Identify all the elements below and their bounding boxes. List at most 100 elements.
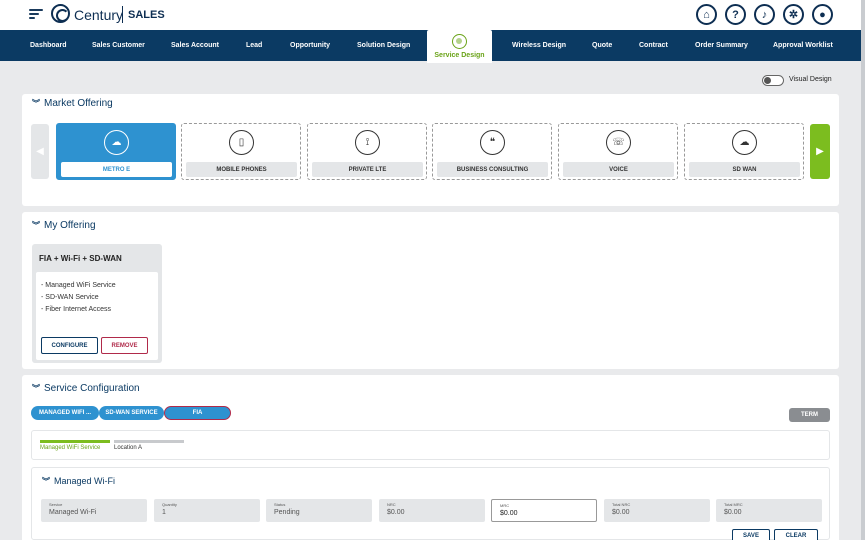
term-button[interactable]: TERM (789, 408, 830, 422)
card-label: MOBILE PHONES (186, 162, 297, 177)
card-label: METRO E (61, 162, 172, 177)
bundle-item: - SD-WAN Service (41, 294, 99, 301)
my-offering-title[interactable]: ︾ My Offering (32, 220, 96, 231)
app-name: SALES (128, 9, 165, 21)
bundle-item: - Fiber Internet Access (41, 306, 112, 313)
card-label: VOICE (563, 162, 674, 177)
progress-step-label[interactable]: Managed WiFi Service (40, 445, 100, 451)
nav-lead[interactable]: Lead (246, 30, 262, 61)
offering-card-sd-wan[interactable]: ☁ SD WAN (684, 123, 804, 180)
status-field: Status Pending (266, 499, 372, 522)
service-configuration-title[interactable]: ︾ Service Configuration (32, 383, 140, 394)
service-design-icon (452, 34, 467, 49)
nav-order-summary[interactable]: Order Summary (695, 30, 748, 61)
configuration-progress: Managed WiFi Service Location A (31, 430, 830, 460)
field-label: MRC (500, 503, 510, 508)
tab-managed-wifi[interactable]: MANAGED WIFI ... (31, 406, 99, 420)
nav-dashboard[interactable]: Dashboard (30, 30, 67, 61)
help-icon[interactable]: ? (725, 4, 746, 25)
top-header: Century SALES ⌂ ? ♪ ✲ ● (0, 0, 865, 30)
bundle-item: - Managed WiFi Service (41, 282, 116, 289)
nav-wireless-design[interactable]: Wireless Design (512, 30, 566, 61)
field-label: Total NRC (612, 502, 631, 507)
managed-wifi-title[interactable]: ︾ Managed Wi-Fi (42, 476, 115, 487)
phone-icon: ☏ (606, 130, 631, 155)
brand-name: Century (74, 7, 124, 23)
mrc-input[interactable]: MRC $0.00 (491, 499, 597, 522)
save-button[interactable]: SAVE (732, 529, 770, 540)
field-label: Total MRC (724, 502, 743, 507)
my-offering-title-text: My Offering (44, 220, 96, 231)
collapse-chevron-icon: ︾ (42, 477, 50, 486)
nav-opportunity[interactable]: Opportunity (290, 30, 330, 61)
home-icon[interactable]: ⌂ (696, 4, 717, 25)
total-mrc-field: Total MRC $0.00 (716, 499, 822, 522)
hamburger-menu-icon[interactable] (29, 9, 43, 19)
bundle-title: FIA + Wi-Fi + SD-WAN (39, 254, 122, 263)
field-value: $0.00 (500, 510, 518, 517)
tab-fia[interactable]: FIA (164, 406, 231, 420)
scrollbar-track[interactable] (861, 0, 865, 540)
progress-step-bar-pending (114, 440, 184, 443)
managed-wifi-panel: ︾ Managed Wi-Fi Service Managed Wi-Fi Qua… (31, 467, 830, 540)
field-label: NRC (387, 502, 396, 507)
visual-design-label: Visual Design (789, 76, 832, 83)
collapse-chevron-icon: ︾ (32, 384, 40, 393)
progress-step-label[interactable]: Location A (114, 445, 142, 451)
nrc-field: NRC $0.00 (379, 499, 485, 522)
gear-icon[interactable]: ✲ (783, 4, 804, 25)
visual-design-toggle[interactable] (762, 75, 784, 86)
carousel-next-button[interactable]: ▶ (810, 124, 830, 179)
nav-sales-customer[interactable]: Sales Customer (92, 30, 145, 61)
chat-bubbles-icon: ❝ (480, 130, 505, 155)
collapse-chevron-icon: ︾ (32, 99, 40, 108)
field-value: $0.00 (612, 509, 630, 516)
field-value: Managed Wi-Fi (49, 509, 97, 516)
bell-icon[interactable]: ♪ (754, 4, 775, 25)
field-value: $0.00 (387, 509, 405, 516)
offering-card-mobile-phones[interactable]: ▯ MOBILE PHONES (181, 123, 301, 180)
user-icon[interactable]: ● (812, 4, 833, 25)
main-nav: Dashboard Sales Customer Sales Account L… (0, 30, 865, 63)
service-configuration-title-text: Service Configuration (44, 383, 140, 394)
nav-contract[interactable]: Contract (639, 30, 668, 61)
tab-sd-wan-service[interactable]: SD-WAN SERVICE (99, 406, 164, 420)
field-label: Service (49, 502, 63, 507)
field-label: Status (274, 502, 286, 507)
cloud-check-icon: ☁ (104, 130, 129, 155)
carousel-prev-button[interactable]: ◀ (31, 124, 49, 179)
nav-sales-account[interactable]: Sales Account (171, 30, 219, 61)
remove-button[interactable]: REMOVE (101, 337, 148, 354)
configure-button[interactable]: CONFIGURE (41, 337, 98, 354)
card-label: SD WAN (689, 162, 800, 177)
nav-approval-worklist[interactable]: Approval Worklist (773, 30, 833, 61)
progress-step-bar-complete (40, 440, 110, 443)
brand-divider (122, 6, 123, 23)
card-label: BUSINESS CONSULTING (437, 162, 548, 177)
offering-card-business-consulting[interactable]: ❝ BUSINESS CONSULTING (432, 123, 552, 180)
antenna-icon: ⟟ (355, 130, 380, 155)
offering-card-metro-e[interactable]: ☁ METRO E (56, 123, 176, 180)
bundle-details: - Managed WiFi Service - SD-WAN Service … (36, 272, 158, 360)
nav-solution-design[interactable]: Solution Design (357, 30, 410, 61)
offering-card-private-lte[interactable]: ⟟ PRIVATE LTE (307, 123, 427, 180)
nav-quote[interactable]: Quote (592, 30, 612, 61)
field-label: Quantity (162, 502, 177, 507)
total-nrc-field: Total NRC $0.00 (604, 499, 710, 522)
quantity-field: Quantity 1 (154, 499, 260, 522)
market-offering-title[interactable]: ︾ Market Offering (32, 98, 113, 109)
field-value: Pending (274, 509, 300, 516)
market-offering-title-text: Market Offering (44, 98, 113, 109)
card-label: PRIVATE LTE (312, 162, 423, 177)
offering-bundle-card: FIA + Wi-Fi + SD-WAN - Managed WiFi Serv… (32, 244, 162, 363)
nav-service-design[interactable]: Service Design (427, 30, 492, 63)
field-value: $0.00 (724, 509, 742, 516)
offering-card-voice[interactable]: ☏ VOICE (558, 123, 678, 180)
service-field: Service Managed Wi-Fi (41, 499, 147, 522)
field-value: 1 (162, 509, 166, 516)
collapse-chevron-icon: ︾ (32, 221, 40, 230)
nav-service-design-label: Service Design (434, 52, 485, 59)
clear-button[interactable]: CLEAR (774, 529, 818, 540)
managed-wifi-title-text: Managed Wi-Fi (54, 476, 116, 486)
cloud-network-icon: ☁ (732, 130, 757, 155)
